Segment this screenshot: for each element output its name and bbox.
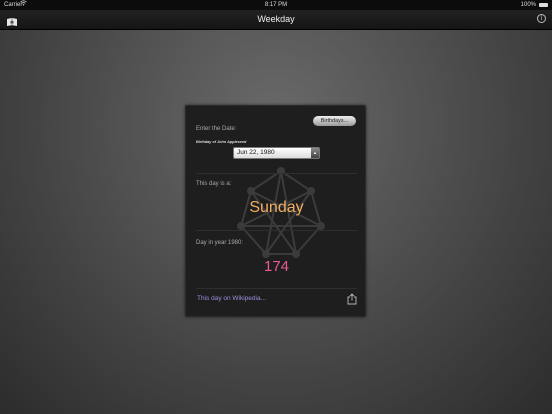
date-field[interactable]: Jun 22, 1980 ▲ [233,147,320,159]
status-bar: Carrier 8:17 PM 100% [0,0,552,10]
divider [196,230,357,231]
enter-date-label: Enter the Date: [196,126,237,132]
day-number-value: 174 [263,258,290,275]
info-icon[interactable]: i [537,14,546,23]
weekday-value: Sunday [249,199,304,216]
divider [196,288,357,289]
weekday-panel: Birthdays... Enter the Date: Birthday of… [185,105,366,317]
wikipedia-link[interactable]: This day on Wikipedia... [197,295,266,302]
battery-icon [539,3,548,7]
birthday-of-label: Birthday of John Appleseed [196,140,247,144]
date-value: Jun 22, 1980 [237,149,275,156]
navigation-bar: Weekday i [0,10,552,30]
date-stepper-icon[interactable]: ▲ [311,148,319,158]
battery-percent: 100% [520,2,536,8]
page-title: Weekday [257,14,295,24]
this-day-label: This day is a: [196,181,232,187]
clock-label: 8:17 PM [264,2,288,8]
day-in-year-label: Day in year 1980: [196,240,244,246]
divider [196,173,357,174]
birthdays-button[interactable]: Birthdays... [313,116,356,126]
share-icon[interactable] [347,292,357,305]
